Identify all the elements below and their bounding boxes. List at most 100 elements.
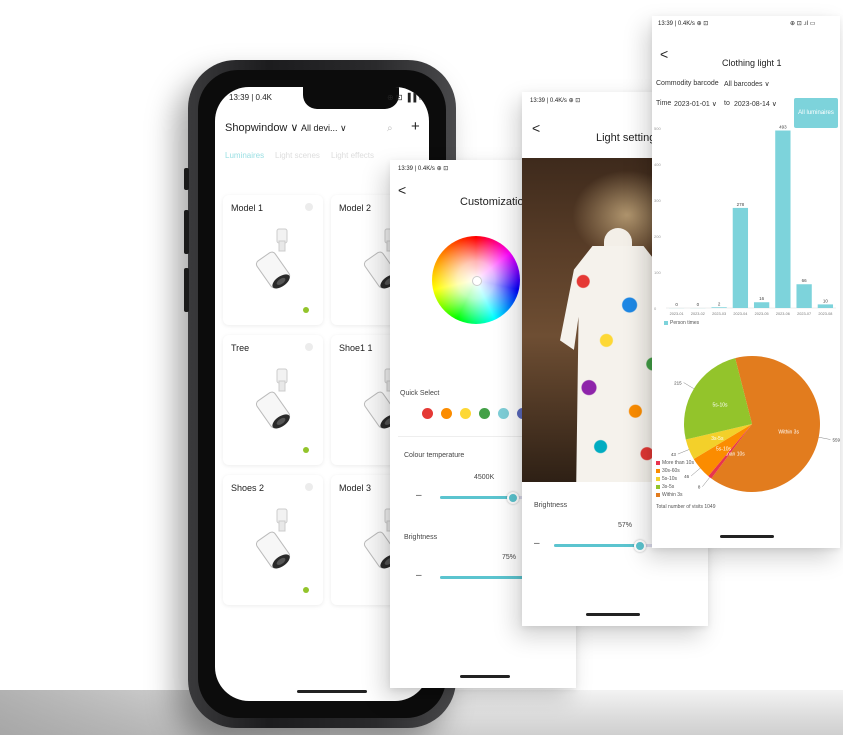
bar[interactable] — [711, 307, 727, 308]
bar-data-label: 2 — [718, 301, 721, 306]
card-options-icon[interactable] — [305, 343, 313, 351]
volume-up-button — [184, 210, 189, 254]
pie-legend-label: Within 3s — [662, 492, 683, 498]
time-from-dropdown[interactable]: 2023-01-01 ∨ — [674, 100, 717, 108]
pie-legend-item: Within 3s — [656, 492, 683, 498]
barcode-dropdown[interactable]: All barcodes ∨ — [724, 80, 770, 88]
time-to-label: to — [724, 100, 730, 107]
x-tick-label: 2023-04 — [733, 312, 747, 316]
x-tick-label: 2023-05 — [755, 312, 769, 316]
back-button[interactable]: < — [532, 120, 540, 136]
brightness-label: Brightness — [534, 502, 568, 509]
time-to-dropdown[interactable]: 2023-08-14 ∨ — [734, 100, 777, 108]
status-time: 13:39 | 0.4K/s ⊕ ⊡ — [398, 166, 449, 172]
card-options-icon[interactable] — [305, 203, 313, 211]
back-button[interactable]: < — [660, 46, 668, 62]
online-status-indicator — [303, 587, 309, 593]
pie-legend-item: 5s-10s — [656, 476, 677, 482]
device-dropdown[interactable]: All devi... ∨ — [301, 123, 347, 134]
pie-slice-label: Within 3s — [778, 429, 799, 435]
bar-data-label: 278 — [737, 202, 745, 207]
card-options-icon[interactable] — [305, 483, 313, 491]
tab-light-scenes[interactable]: Light scenes — [275, 151, 320, 160]
shop-dropdown[interactable]: Shopwindow ∨ — [225, 121, 298, 134]
track-spotlight-icon — [255, 368, 291, 429]
status-icons: ⊕ ⊡ .ıl ▭ — [790, 21, 816, 27]
status-time: 13:39 | 0.4K — [229, 93, 272, 102]
quick-color-swatch[interactable] — [460, 408, 471, 419]
clothing-light-screen: 13:39 | 0.4K/s ⊕ ⊡ ⊕ ⊡ .ıl ▭ < Clothing … — [652, 16, 840, 548]
bar-data-label: 10 — [823, 298, 829, 303]
luminaire-card[interactable]: Tree — [223, 335, 323, 465]
brightness-value: 75% — [502, 554, 517, 561]
pie-leader-line — [702, 477, 710, 487]
colour-temperature-fill — [440, 496, 513, 499]
home-indicator — [297, 690, 367, 693]
legend-swatch — [656, 468, 660, 473]
pie-legend-label: 3s-5s — [662, 484, 675, 490]
add-button[interactable]: + — [411, 118, 420, 135]
minus-icon[interactable]: – — [416, 570, 422, 581]
bar[interactable] — [817, 304, 834, 308]
bar-data-label: 0 — [697, 302, 700, 307]
color-picker-handle[interactable] — [472, 276, 482, 286]
pie-data-label: 43 — [671, 452, 677, 457]
page-title: Customization — [460, 196, 530, 208]
barcode-label: Commodity barcode — [656, 80, 719, 87]
status-time: 13:39 | 0.4K/s ⊕ ⊡ — [530, 98, 581, 104]
luminaire-card[interactable]: Model 1 — [223, 195, 323, 325]
bar[interactable] — [753, 302, 770, 308]
bar[interactable] — [732, 207, 749, 308]
luminaire-card[interactable]: Shoes 2 — [223, 475, 323, 605]
quick-color-swatch[interactable] — [498, 408, 509, 419]
page-title: Light setting — [596, 132, 656, 144]
x-tick-label: 2023-07 — [797, 312, 811, 316]
bar[interactable] — [775, 130, 791, 308]
pie-legend-item: 3s-5s — [656, 484, 674, 490]
home-indicator — [586, 613, 640, 616]
pie-slice-label: 5s-10s — [713, 403, 729, 409]
x-tick-label: 2023-06 — [776, 312, 790, 316]
brightness-fill — [554, 544, 640, 547]
quick-color-swatch[interactable] — [422, 408, 433, 419]
home-indicator — [460, 675, 510, 678]
y-tick-label: 500 — [654, 126, 661, 131]
pie-leader-line — [683, 382, 694, 389]
pie-leader-line — [818, 437, 831, 440]
pie-slice-label: 5s-10s — [716, 446, 732, 452]
pie-legend-label: 30s-60s — [662, 468, 680, 474]
color-wheel[interactable] — [432, 236, 520, 324]
brightness-knob[interactable] — [633, 540, 646, 552]
bar-data-label: 66 — [802, 278, 808, 283]
pie-legend-label: More than 10s — [662, 460, 694, 466]
luminaire-card-label: Model 2 — [339, 203, 372, 213]
online-status-indicator — [303, 307, 309, 313]
pie-leader-line — [691, 467, 701, 477]
y-tick-label: 300 — [654, 198, 661, 203]
dwell-time-pie-chart: Within 3s559More than 10s85s-10s463s-5s4… — [671, 356, 840, 492]
legend-swatch — [656, 460, 660, 465]
tab-luminaires[interactable]: Luminaires — [225, 151, 264, 160]
search-icon[interactable]: ⌕ — [387, 123, 393, 134]
colour-temperature-knob[interactable] — [506, 492, 519, 504]
minus-icon[interactable]: – — [534, 538, 540, 549]
back-button[interactable]: < — [398, 182, 406, 198]
pie-data-label: 215 — [674, 381, 682, 386]
luminaire-card-label: Model 3 — [339, 483, 372, 493]
tab-light-effects[interactable]: Light effects — [331, 151, 374, 160]
pie-legend-label: 5s-10s — [662, 476, 678, 482]
legend-swatch — [656, 484, 660, 489]
minus-icon[interactable]: – — [416, 490, 422, 501]
luminaire-card-label: Model 1 — [231, 203, 264, 213]
luminaire-card-label: Shoe1 1 — [339, 343, 373, 353]
x-tick-label: 2023-03 — [712, 312, 726, 316]
online-status-indicator — [303, 447, 309, 453]
home-indicator — [720, 535, 774, 538]
mute-switch — [184, 168, 189, 190]
bar[interactable] — [796, 284, 812, 308]
legend-swatch — [656, 476, 660, 481]
quick-color-swatch[interactable] — [441, 408, 452, 419]
quick-color-swatch[interactable] — [479, 408, 490, 419]
colour-temperature-value: 4500K — [474, 474, 495, 481]
x-tick-label: 2023-08 — [818, 312, 832, 316]
